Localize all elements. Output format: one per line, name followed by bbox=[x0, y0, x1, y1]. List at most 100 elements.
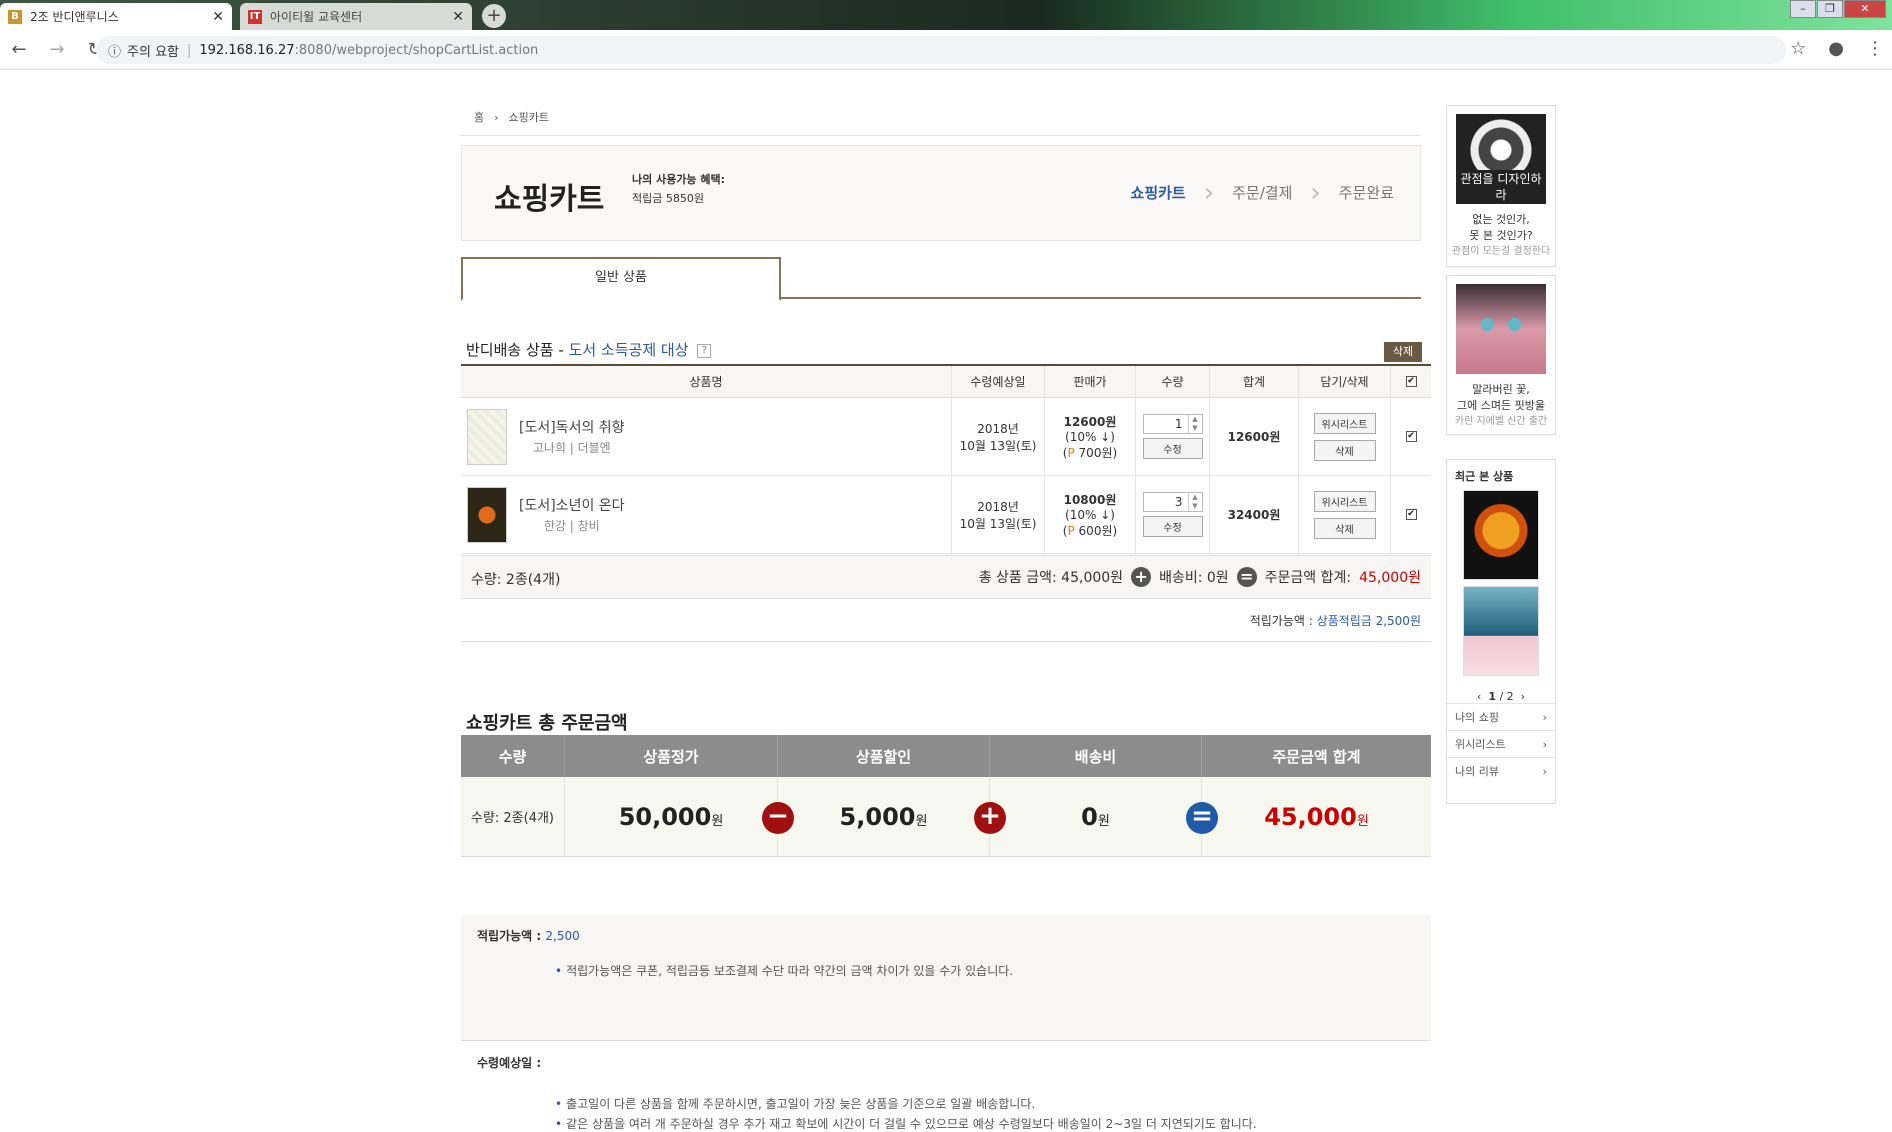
sidebar-link-my-shopping[interactable]: 나의 쇼핑 › bbox=[1447, 703, 1555, 730]
quantity-value[interactable]: 3 bbox=[1144, 493, 1188, 511]
total-cell: 12600원 bbox=[1210, 398, 1299, 475]
pager-current: 1 bbox=[1488, 690, 1496, 703]
table-row: [도서]독서의 취향 고나희 | 더블엔 2018년 10월 13일(토) 126… bbox=[461, 398, 1431, 476]
bookmark-star-icon[interactable]: ☆ bbox=[1790, 38, 1806, 59]
point-info: 적립가능액 : 상품적립금 2,500원 bbox=[1250, 612, 1421, 629]
new-tab-button[interactable]: + bbox=[482, 4, 506, 28]
sidebar-link-wishlist[interactable]: 위시리스트 › bbox=[1447, 730, 1555, 757]
help-icon[interactable]: ? bbox=[697, 343, 712, 358]
list-item: • 같은 상품을 여러 개 주문하실 경우 추가 재고 확보에 시간이 더 걸릴 … bbox=[555, 1115, 1257, 1132]
close-tab-icon[interactable]: ✕ bbox=[452, 9, 464, 25]
point-note: 적립가능액은 쿠폰, 적립금등 보조결제 수단 따라 약간의 금액 차이가 있을… bbox=[566, 964, 1014, 978]
remove-button[interactable]: 삭제 bbox=[1313, 517, 1376, 539]
equals-icon: = bbox=[1236, 567, 1257, 587]
line-total: 32400원 bbox=[1227, 508, 1281, 522]
sidebar-ad-2[interactable]: 말라버린 꽃, 그에 스며든 핏방울 카린 지에벨 신간 출간 bbox=[1446, 275, 1556, 435]
ad-line: 관점이 모든걸 결정한다 bbox=[1451, 246, 1551, 257]
check-cell: ✔ bbox=[1391, 476, 1431, 553]
tab-general-products[interactable]: 일반 상품 bbox=[461, 257, 781, 301]
browser-tab-itwill[interactable]: IT 아이티윌 교육센터 ✕ bbox=[240, 3, 472, 30]
stepper-arrows-icon[interactable]: ▲ ▼ bbox=[1187, 493, 1202, 511]
summary-shipping: 배송비: 0원 bbox=[1159, 570, 1229, 586]
chevron-right-icon[interactable]: › bbox=[1521, 690, 1525, 703]
bullet-icon: • bbox=[555, 1097, 563, 1111]
point-value: 600원) bbox=[1074, 523, 1118, 538]
date-year: 2018년 bbox=[977, 499, 1019, 514]
price-cell: 12600원 (10% ↓) (P 700원) bbox=[1045, 398, 1136, 475]
chevron-left-icon[interactable]: ‹ bbox=[1477, 690, 1481, 703]
delete-selected-button[interactable]: 삭제 bbox=[1384, 342, 1422, 362]
date-cell: 2018년 10월 13일(토) bbox=[952, 398, 1045, 475]
list-item: • 출고일이 다른 상품을 함께 주문하시면, 출고일이 가장 늦은 상품을 기준… bbox=[555, 1095, 1035, 1112]
equals-icon: = bbox=[1186, 802, 1218, 834]
minus-icon: − bbox=[762, 802, 794, 834]
sidebar-ad-1[interactable]: 관점을 디자인하라 없는 것인가, 못 본 것인가? 관점이 모든걸 결정한다 bbox=[1446, 105, 1556, 267]
remove-button[interactable]: 삭제 bbox=[1313, 439, 1376, 461]
check-cell: ✔ bbox=[1391, 398, 1431, 475]
ad-book-cover[interactable]: 관점을 디자인하라 bbox=[1456, 114, 1546, 204]
ad-cover-title: 관점을 디자인하라 bbox=[1456, 170, 1546, 204]
stepper-arrows-icon[interactable]: ▲ ▼ bbox=[1187, 415, 1202, 433]
item-checkbox[interactable]: ✔ bbox=[1405, 509, 1417, 520]
item-checkbox[interactable]: ✔ bbox=[1405, 431, 1417, 442]
tax-deduction-link[interactable]: 도서 소득공제 대상 bbox=[569, 341, 689, 359]
col-check: ✔ bbox=[1391, 366, 1431, 397]
recent-book-image[interactable] bbox=[1463, 586, 1539, 676]
recent-book-image[interactable] bbox=[1463, 490, 1539, 580]
info-icon[interactable]: ⓘ bbox=[108, 41, 121, 60]
sidebar-link-my-reviews[interactable]: 나의 리뷰 › bbox=[1447, 757, 1555, 784]
close-window-icon[interactable]: ✕ bbox=[1844, 0, 1886, 18]
quantity-value[interactable]: 1 bbox=[1144, 415, 1188, 433]
forward-icon[interactable]: → bbox=[38, 39, 76, 60]
url-field[interactable]: ⓘ 주의 요함 | 192.168.16.27:8080/webproject/… bbox=[96, 36, 1786, 64]
sale-price: 10800원 bbox=[1063, 492, 1117, 507]
link-label: 나의 쇼핑 bbox=[1455, 711, 1499, 724]
col-list-price: 상품정가 bbox=[565, 735, 778, 777]
wishlist-button[interactable]: 위시리스트 bbox=[1313, 490, 1376, 512]
chevron-right-icon: › bbox=[1542, 764, 1547, 778]
summary-goods-amount: 총 상품 금액: 45,000원 bbox=[978, 570, 1124, 586]
point-value: 상품적립금 2,500원 bbox=[1316, 614, 1421, 628]
book-cover-image[interactable] bbox=[467, 408, 507, 465]
order-total-cell: 45,000원 bbox=[1202, 777, 1431, 856]
minimize-icon[interactable]: – bbox=[1790, 0, 1816, 18]
table-row: [도서]소년이 온다 한강 | 창비 2018년 10월 13일(토) 10800… bbox=[461, 476, 1431, 554]
divider bbox=[460, 135, 1420, 136]
plus-icon: + bbox=[974, 802, 1006, 834]
select-all-checkbox[interactable]: ✔ bbox=[1405, 376, 1417, 387]
bullet-icon: • bbox=[555, 1117, 563, 1131]
actions-cell: 위시리스트삭제 bbox=[1299, 476, 1391, 553]
account-icon[interactable]: ● bbox=[1828, 38, 1844, 59]
date-day: 10월 13일(토) bbox=[959, 438, 1037, 453]
ad-line: 카린 지에벨 신간 출간 bbox=[1454, 416, 1548, 427]
browser-tab-active[interactable]: B 2조 반디앤루니스 ✕ bbox=[0, 3, 232, 30]
summary-order-total: 45,000원 bbox=[1359, 570, 1421, 586]
table-header: 상품명 수령예상일 판매가 수량 합계 담기/삭제 ✔ bbox=[461, 366, 1431, 398]
line-total: 12600원 bbox=[1227, 430, 1281, 444]
point-label: 적립가능액 : bbox=[1249, 614, 1313, 628]
product-name[interactable]: [도서]소년이 온다 bbox=[519, 495, 625, 515]
col-count: 수량 bbox=[461, 735, 565, 777]
book-cover-image[interactable] bbox=[467, 486, 507, 543]
step-cart: 쇼핑카트 bbox=[1130, 184, 1186, 202]
update-qty-button[interactable]: 수정 bbox=[1142, 438, 1203, 459]
ad-book-cover[interactable] bbox=[1456, 284, 1546, 374]
chevron-right-icon: › bbox=[1542, 710, 1547, 724]
close-tab-icon[interactable]: ✕ bbox=[212, 9, 224, 25]
quantity-stepper[interactable]: 1 ▲ ▼ bbox=[1142, 414, 1203, 434]
notes-point-label: 적립가능액 : bbox=[477, 929, 542, 943]
date-day: 10월 13일(토) bbox=[959, 516, 1037, 531]
actions-cell: 위시리스트삭제 bbox=[1299, 398, 1391, 475]
plus-icon: + bbox=[1131, 567, 1152, 587]
discount-rate: (10% ↓) bbox=[1065, 429, 1115, 444]
breadcrumb-home[interactable]: 홈 bbox=[474, 109, 484, 125]
wishlist-button[interactable]: 위시리스트 bbox=[1313, 412, 1376, 434]
price-cell: 10800원 (10% ↓) (P 600원) bbox=[1045, 476, 1136, 553]
menu-kebab-icon[interactable]: ⋮ bbox=[1866, 38, 1884, 59]
maximize-icon[interactable]: ❐ bbox=[1817, 0, 1843, 18]
product-name[interactable]: [도서]독서의 취향 bbox=[519, 417, 625, 437]
ad-line: 없는 것인가, bbox=[1472, 213, 1530, 226]
update-qty-button[interactable]: 수정 bbox=[1142, 516, 1203, 537]
quantity-stepper[interactable]: 3 ▲ ▼ bbox=[1142, 492, 1203, 512]
back-icon[interactable]: ← bbox=[0, 39, 38, 60]
